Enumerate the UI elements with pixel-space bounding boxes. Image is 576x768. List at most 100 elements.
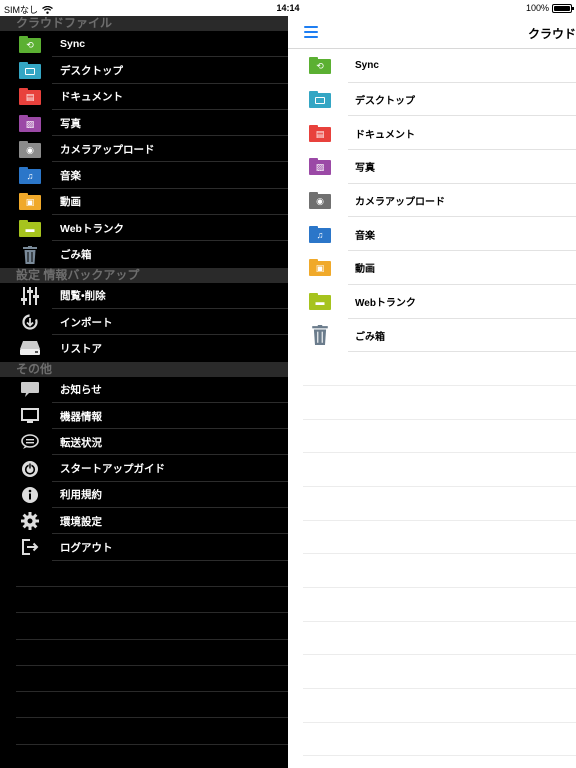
- monitor-icon: [21, 408, 39, 423]
- sidebar-item-preferences[interactable]: 環境設定: [0, 508, 288, 535]
- section-header-settings: 設定 情報バックアップ: [0, 267, 288, 283]
- speech-bubble-icon: [21, 381, 39, 397]
- sidebar-item-import[interactable]: インポート: [0, 309, 288, 336]
- list-item-music[interactable]: ♫ 音楽: [288, 217, 576, 251]
- sidebar-item-video[interactable]: ▣ 動画: [0, 189, 288, 216]
- trash-icon: [23, 245, 37, 264]
- sliders-icon: [21, 286, 39, 305]
- main-panel: クラウド ⟲ Sync デスクトップ ▤ ドキュメント ▨ 写真 ◉ カメラアッ…: [288, 16, 576, 768]
- music-folder-icon: ♫: [309, 225, 331, 243]
- web-trunk-folder-icon: ▬: [19, 219, 41, 237]
- sidebar-item-camera-upload[interactable]: ◉ カメラアップロード: [0, 136, 288, 163]
- sidebar-item-music[interactable]: ♫ 音楽: [0, 162, 288, 190]
- sidebar-item-label: 利用規約: [60, 489, 102, 502]
- photo-folder-icon: ▨: [309, 158, 331, 176]
- sidebar-item-view-delete[interactable]: 閲覧•削除: [0, 283, 288, 310]
- camera-folder-icon: ◉: [309, 192, 331, 210]
- hamburger-menu-icon[interactable]: [304, 26, 318, 38]
- sidebar-item-web-trunk[interactable]: ▬ Webトランク: [0, 215, 288, 242]
- video-folder-icon: ▣: [309, 259, 331, 277]
- camera-folder-icon: ◉: [19, 140, 41, 158]
- sidebar-empty-row: [0, 692, 288, 719]
- power-icon: [22, 460, 38, 477]
- list-item-web-trunk[interactable]: ▬ Webトランク: [288, 285, 576, 319]
- import-icon: [22, 314, 38, 330]
- list-item-trash[interactable]: ごみ箱: [288, 319, 576, 353]
- sidebar-item-device-info[interactable]: 機器情報: [0, 403, 288, 430]
- web-trunk-folder-icon: ▬: [309, 293, 331, 311]
- sidebar-item-label: ごみ箱: [60, 249, 92, 262]
- sidebar-item-label: ドキュメント: [60, 91, 123, 104]
- video-folder-icon: ▣: [19, 193, 41, 211]
- list-empty-row: [288, 689, 576, 723]
- section-header-cloud-files: クラウドファイル: [0, 16, 288, 31]
- section-header-other: その他: [0, 361, 288, 377]
- battery-icon: [552, 3, 574, 13]
- logout-icon: [22, 539, 39, 556]
- sidebar-item-label: 転送状況: [60, 436, 102, 449]
- status-right: 100%: [526, 3, 574, 13]
- list-item-camera-upload[interactable]: ◉ カメラアップロード: [288, 184, 576, 218]
- sidebar-item-label: Sync: [60, 38, 86, 51]
- sync-folder-icon: ⟲: [309, 57, 331, 75]
- list-empty-row: [288, 622, 576, 656]
- sidebar-item-label: スタートアップガイド: [60, 463, 165, 476]
- sidebar-item-label: カメラアップロード: [60, 143, 155, 156]
- sidebar-item-startup-guide[interactable]: スタートアップガイド: [0, 455, 288, 483]
- list-item-label: ドキュメント: [355, 129, 415, 141]
- gear-icon: [21, 512, 39, 531]
- sidebar: クラウドファイル ⟲ Sync デスクトップ ▤ ドキュメント ▨ 写真 ◉ カ…: [0, 16, 288, 768]
- list-empty-row: [288, 655, 576, 689]
- sidebar-item-label: リストア: [60, 342, 102, 355]
- sidebar-item-sync[interactable]: ⟲ Sync: [0, 31, 288, 58]
- nav-bar: クラウド: [288, 16, 576, 49]
- desktop-folder-icon: [309, 91, 331, 109]
- document-folder-icon: ▤: [19, 88, 41, 106]
- sidebar-item-label: 機器情報: [60, 410, 102, 423]
- list-empty-row: [288, 352, 576, 386]
- drive-icon: [20, 341, 40, 356]
- list-empty-row: [288, 588, 576, 622]
- list-item-document[interactable]: ▤ ドキュメント: [288, 116, 576, 150]
- list-item-desktop[interactable]: デスクトップ: [288, 83, 576, 117]
- list-item-sync[interactable]: ⟲ Sync: [288, 49, 576, 83]
- sidebar-item-label: デスクトップ: [60, 64, 123, 77]
- list-item-label: Sync: [355, 60, 379, 72]
- sidebar-item-label: 環境設定: [60, 515, 102, 528]
- list-item-video[interactable]: ▣ 動画: [288, 251, 576, 285]
- sidebar-item-restore[interactable]: リストア: [0, 335, 288, 361]
- sidebar-item-terms[interactable]: 利用規約: [0, 482, 288, 509]
- list-empty-row: [288, 723, 576, 757]
- sidebar-empty-row: [0, 613, 288, 640]
- sidebar-empty-row: [0, 745, 288, 768]
- sidebar-item-label: Webトランク: [60, 222, 124, 235]
- sync-folder-icon: ⟲: [19, 35, 41, 53]
- list-empty-row: [288, 453, 576, 487]
- sidebar-item-label: お知らせ: [60, 384, 102, 397]
- sidebar-item-logout[interactable]: ログアウト: [0, 534, 288, 561]
- info-icon: [22, 486, 38, 503]
- sidebar-item-trash[interactable]: ごみ箱: [0, 241, 288, 267]
- chat-icon: [21, 434, 39, 450]
- sidebar-item-label: 音楽: [60, 170, 81, 183]
- photo-folder-icon: ▨: [19, 114, 41, 132]
- sidebar-empty-row: [0, 666, 288, 693]
- trash-icon: [312, 325, 328, 346]
- sidebar-item-label: ログアウト: [60, 541, 113, 554]
- sidebar-item-label: インポート: [60, 316, 113, 329]
- list-empty-row: [288, 487, 576, 521]
- list-item-label: 写真: [355, 163, 375, 175]
- desktop-folder-icon: [19, 61, 41, 79]
- sidebar-item-document[interactable]: ▤ ドキュメント: [0, 84, 288, 111]
- sidebar-item-label: 写真: [60, 117, 81, 130]
- list-item-label: デスクトップ: [355, 96, 415, 108]
- sidebar-item-transfer-status[interactable]: 転送状況: [0, 429, 288, 456]
- sidebar-empty-row: [0, 561, 288, 588]
- sidebar-item-notices[interactable]: お知らせ: [0, 377, 288, 404]
- list-item-label: ごみ箱: [355, 331, 385, 343]
- music-folder-icon: ♫: [19, 167, 41, 185]
- list-empty-row: [288, 554, 576, 588]
- list-item-photo[interactable]: ▨ 写真: [288, 150, 576, 184]
- sidebar-item-desktop[interactable]: デスクトップ: [0, 57, 288, 84]
- sidebar-item-photo[interactable]: ▨ 写真: [0, 110, 288, 137]
